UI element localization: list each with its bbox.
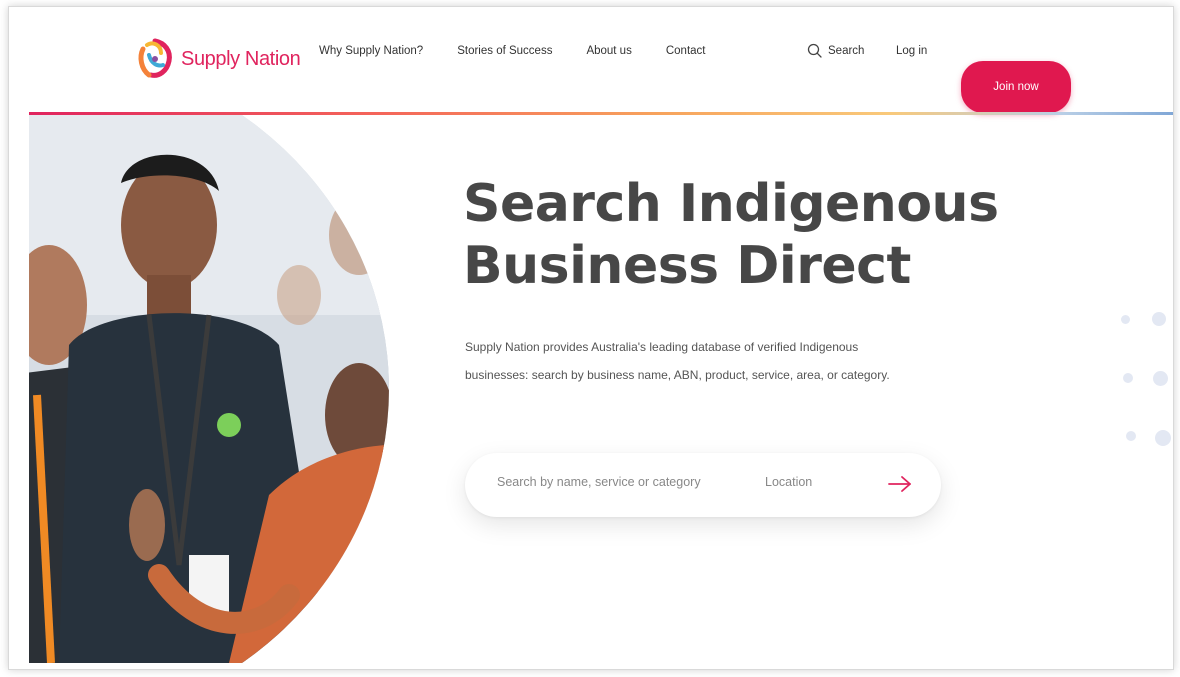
join-now-button[interactable]: Join now	[961, 61, 1071, 113]
header-search-link[interactable]: Search	[807, 43, 864, 58]
decorative-dot	[1121, 315, 1130, 324]
nav-contact[interactable]: Contact	[666, 45, 706, 57]
hero-photo	[29, 115, 389, 663]
login-link[interactable]: Log in	[896, 45, 927, 57]
browser-page: Supply Nation Why Supply Nation? Stories…	[8, 6, 1174, 670]
search-location-input[interactable]	[765, 475, 875, 489]
logo-text: Supply Nation	[181, 47, 301, 70]
search-icon	[807, 43, 822, 58]
decorative-dot	[1152, 312, 1166, 326]
decorative-dot	[1123, 373, 1133, 383]
hero-title-line-2: Business Direct	[463, 236, 911, 296]
hero-photo-illustration	[29, 115, 389, 663]
arrow-right-icon	[888, 475, 911, 492]
search-name-input[interactable]	[497, 475, 727, 489]
decorative-dot	[1155, 430, 1171, 446]
header-search-label: Search	[828, 44, 865, 57]
hero-title: Search Indigenous Business Direct	[463, 173, 1003, 297]
hero-description: Supply Nation provides Australia's leadi…	[465, 340, 890, 382]
search-submit-button[interactable]	[885, 471, 915, 499]
site-header: Supply Nation Why Supply Nation? Stories…	[9, 7, 1173, 113]
nav-why-supply-nation[interactable]: Why Supply Nation?	[319, 45, 423, 57]
nav-stories-of-success[interactable]: Stories of Success	[457, 45, 552, 57]
main-nav: Why Supply Nation? Stories of Success Ab…	[319, 45, 705, 57]
logo[interactable]: Supply Nation	[135, 37, 301, 81]
decorative-dot	[1153, 371, 1168, 386]
business-search-bar	[465, 453, 941, 517]
nav-about-us[interactable]: About us	[586, 45, 631, 57]
supply-nation-logo-icon	[138, 38, 172, 78]
hero-title-line-1: Search Indigenous	[463, 174, 999, 234]
decorative-dot	[1126, 431, 1136, 441]
